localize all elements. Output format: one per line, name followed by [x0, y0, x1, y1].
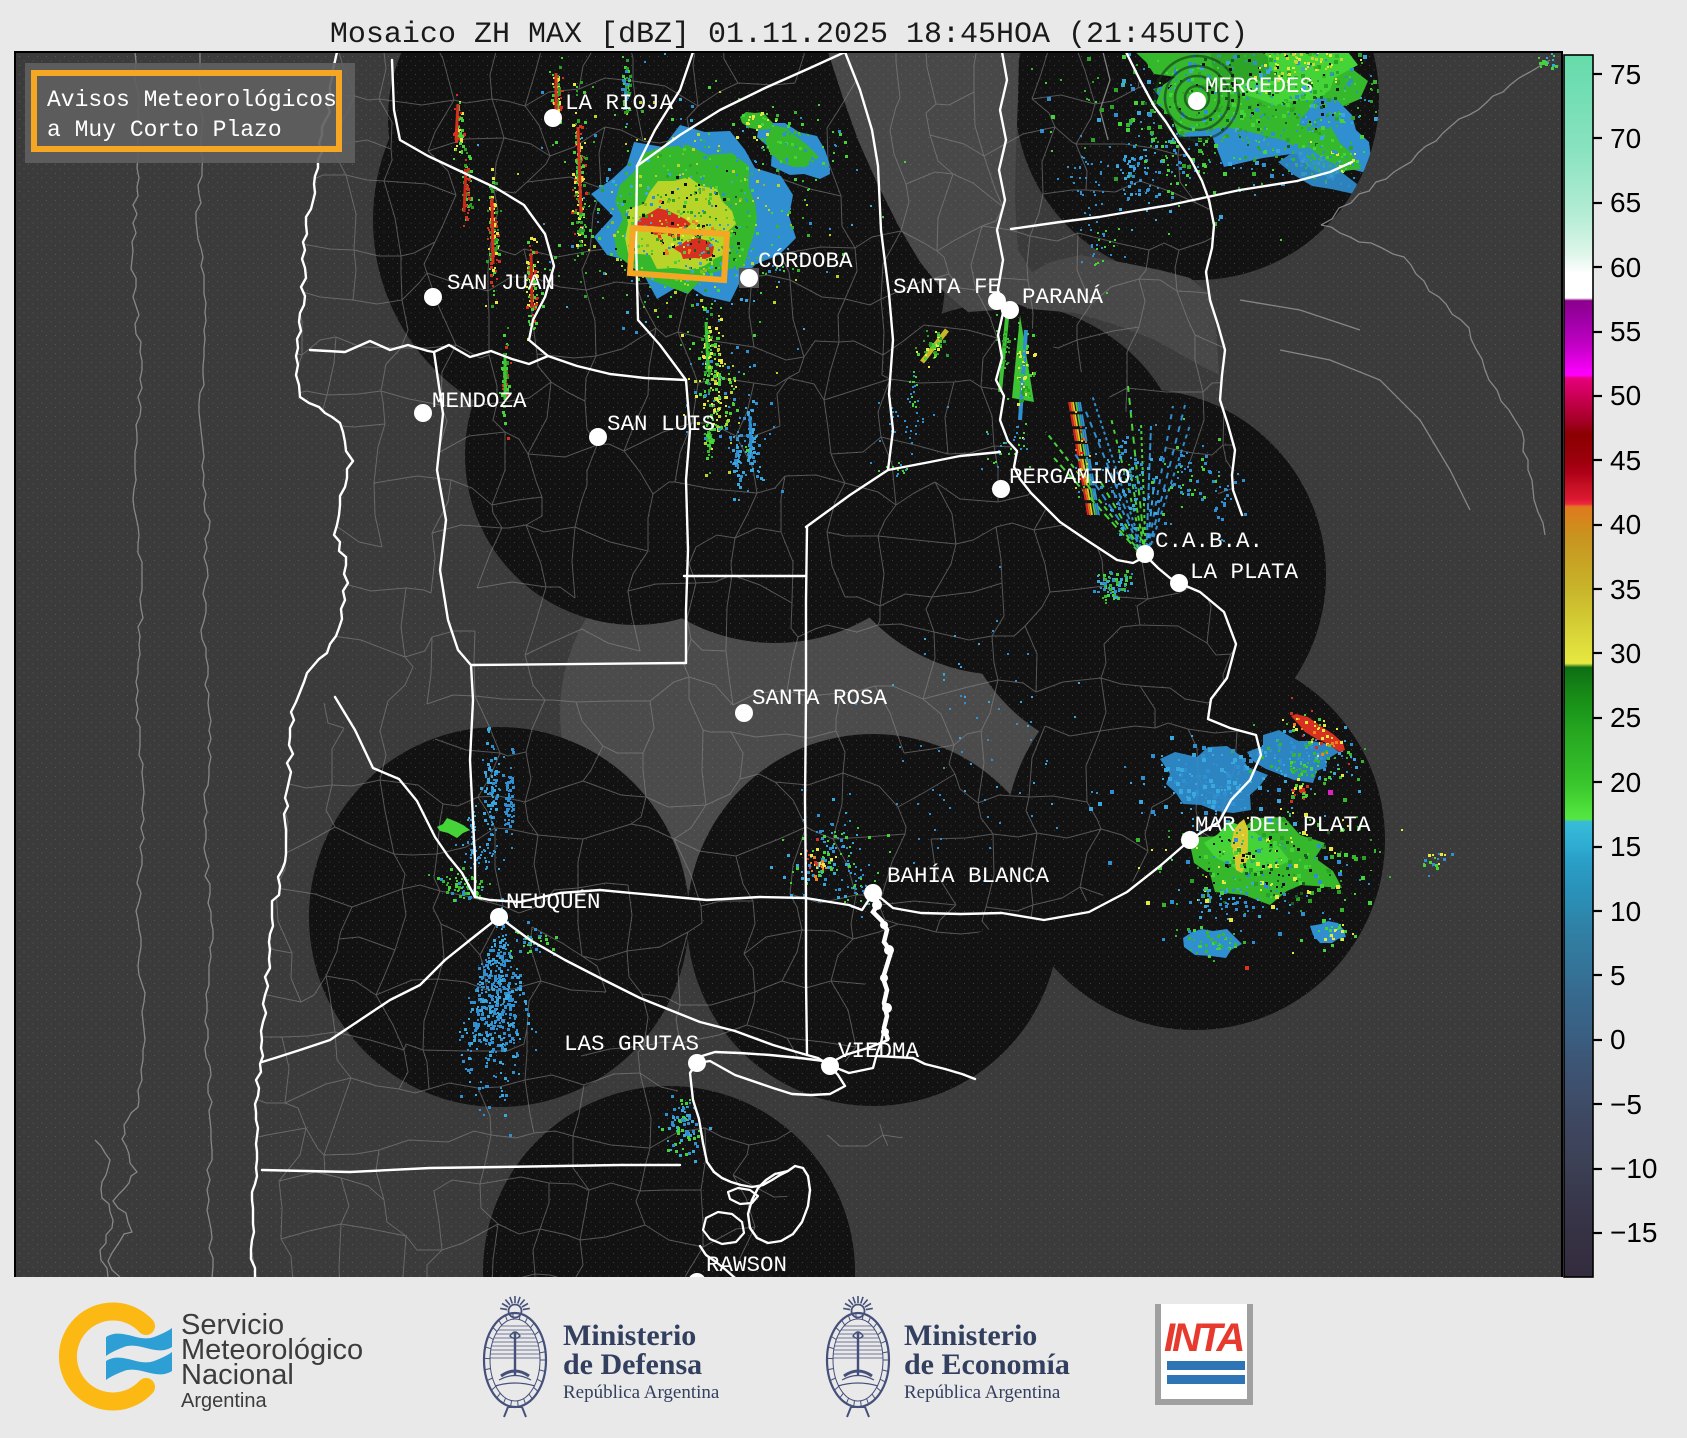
svg-text:SANTA ROSA: SANTA ROSA [752, 685, 888, 711]
svg-text:0: 0 [1610, 1024, 1626, 1055]
svg-text:Argentina: Argentina [181, 1390, 267, 1412]
svg-text:SAN JUAN: SAN JUAN [447, 270, 555, 296]
svg-text:MAR DEL PLATA: MAR DEL PLATA [1195, 812, 1371, 838]
svg-text:40: 40 [1610, 509, 1641, 540]
svg-text:República Argentina: República Argentina [563, 1382, 720, 1403]
svg-text:República Argentina: República Argentina [904, 1382, 1061, 1403]
svg-text:de Defensa: de Defensa [563, 1348, 702, 1381]
svg-text:PERGAMINO: PERGAMINO [1009, 464, 1131, 490]
svg-text:NEUQUÉN: NEUQUÉN [506, 889, 601, 915]
svg-text:−15: −15 [1610, 1217, 1658, 1248]
svg-text:75: 75 [1610, 59, 1641, 90]
svg-text:65: 65 [1610, 187, 1641, 218]
svg-text:Avisos Meteorológicos: Avisos Meteorológicos [47, 87, 337, 113]
svg-text:25: 25 [1610, 702, 1641, 733]
svg-text:SANTA FE: SANTA FE [893, 274, 1001, 300]
svg-text:VIEDMA: VIEDMA [838, 1038, 920, 1064]
svg-text:50: 50 [1610, 380, 1641, 411]
svg-text:5: 5 [1610, 960, 1626, 991]
svg-text:−5: −5 [1610, 1089, 1642, 1120]
svg-text:30: 30 [1610, 638, 1641, 669]
svg-text:LAS GRUTAS: LAS GRUTAS [564, 1031, 699, 1057]
svg-text:Nacional: Nacional [181, 1359, 294, 1391]
svg-text:RAWSON: RAWSON [706, 1252, 787, 1278]
svg-text:BAHÍA BLANCA: BAHÍA BLANCA [887, 863, 1050, 889]
svg-text:55: 55 [1610, 316, 1641, 347]
svg-text:60: 60 [1610, 252, 1641, 283]
svg-text:20: 20 [1610, 767, 1641, 798]
svg-text:35: 35 [1610, 574, 1641, 605]
svg-text:de Economía: de Economía [904, 1348, 1070, 1381]
svg-text:70: 70 [1610, 123, 1641, 154]
svg-text:a Muy Corto Plazo: a Muy Corto Plazo [47, 117, 282, 143]
svg-text:Mosaico ZH MAX [dBZ] 01.11.202: Mosaico ZH MAX [dBZ] 01.11.2025 18:45HOA… [330, 18, 1248, 52]
svg-text:MERCEDES: MERCEDES [1205, 73, 1313, 99]
svg-text:INTA: INTA [1164, 1316, 1242, 1360]
svg-text:CÓRDOBA: CÓRDOBA [758, 248, 853, 274]
svg-text:LA PLATA: LA PLATA [1190, 559, 1299, 585]
svg-text:PARANÁ: PARANÁ [1022, 284, 1104, 310]
svg-text:45: 45 [1610, 445, 1641, 476]
svg-text:MENDOZA: MENDOZA [432, 388, 527, 414]
svg-text:10: 10 [1610, 896, 1641, 927]
svg-text:15: 15 [1610, 831, 1641, 862]
svg-text:LA RIOJA: LA RIOJA [565, 90, 674, 116]
svg-text:−10: −10 [1610, 1153, 1658, 1184]
svg-text:SAN LUIS: SAN LUIS [607, 411, 715, 437]
svg-text:C.A.B.A.: C.A.B.A. [1155, 528, 1263, 554]
